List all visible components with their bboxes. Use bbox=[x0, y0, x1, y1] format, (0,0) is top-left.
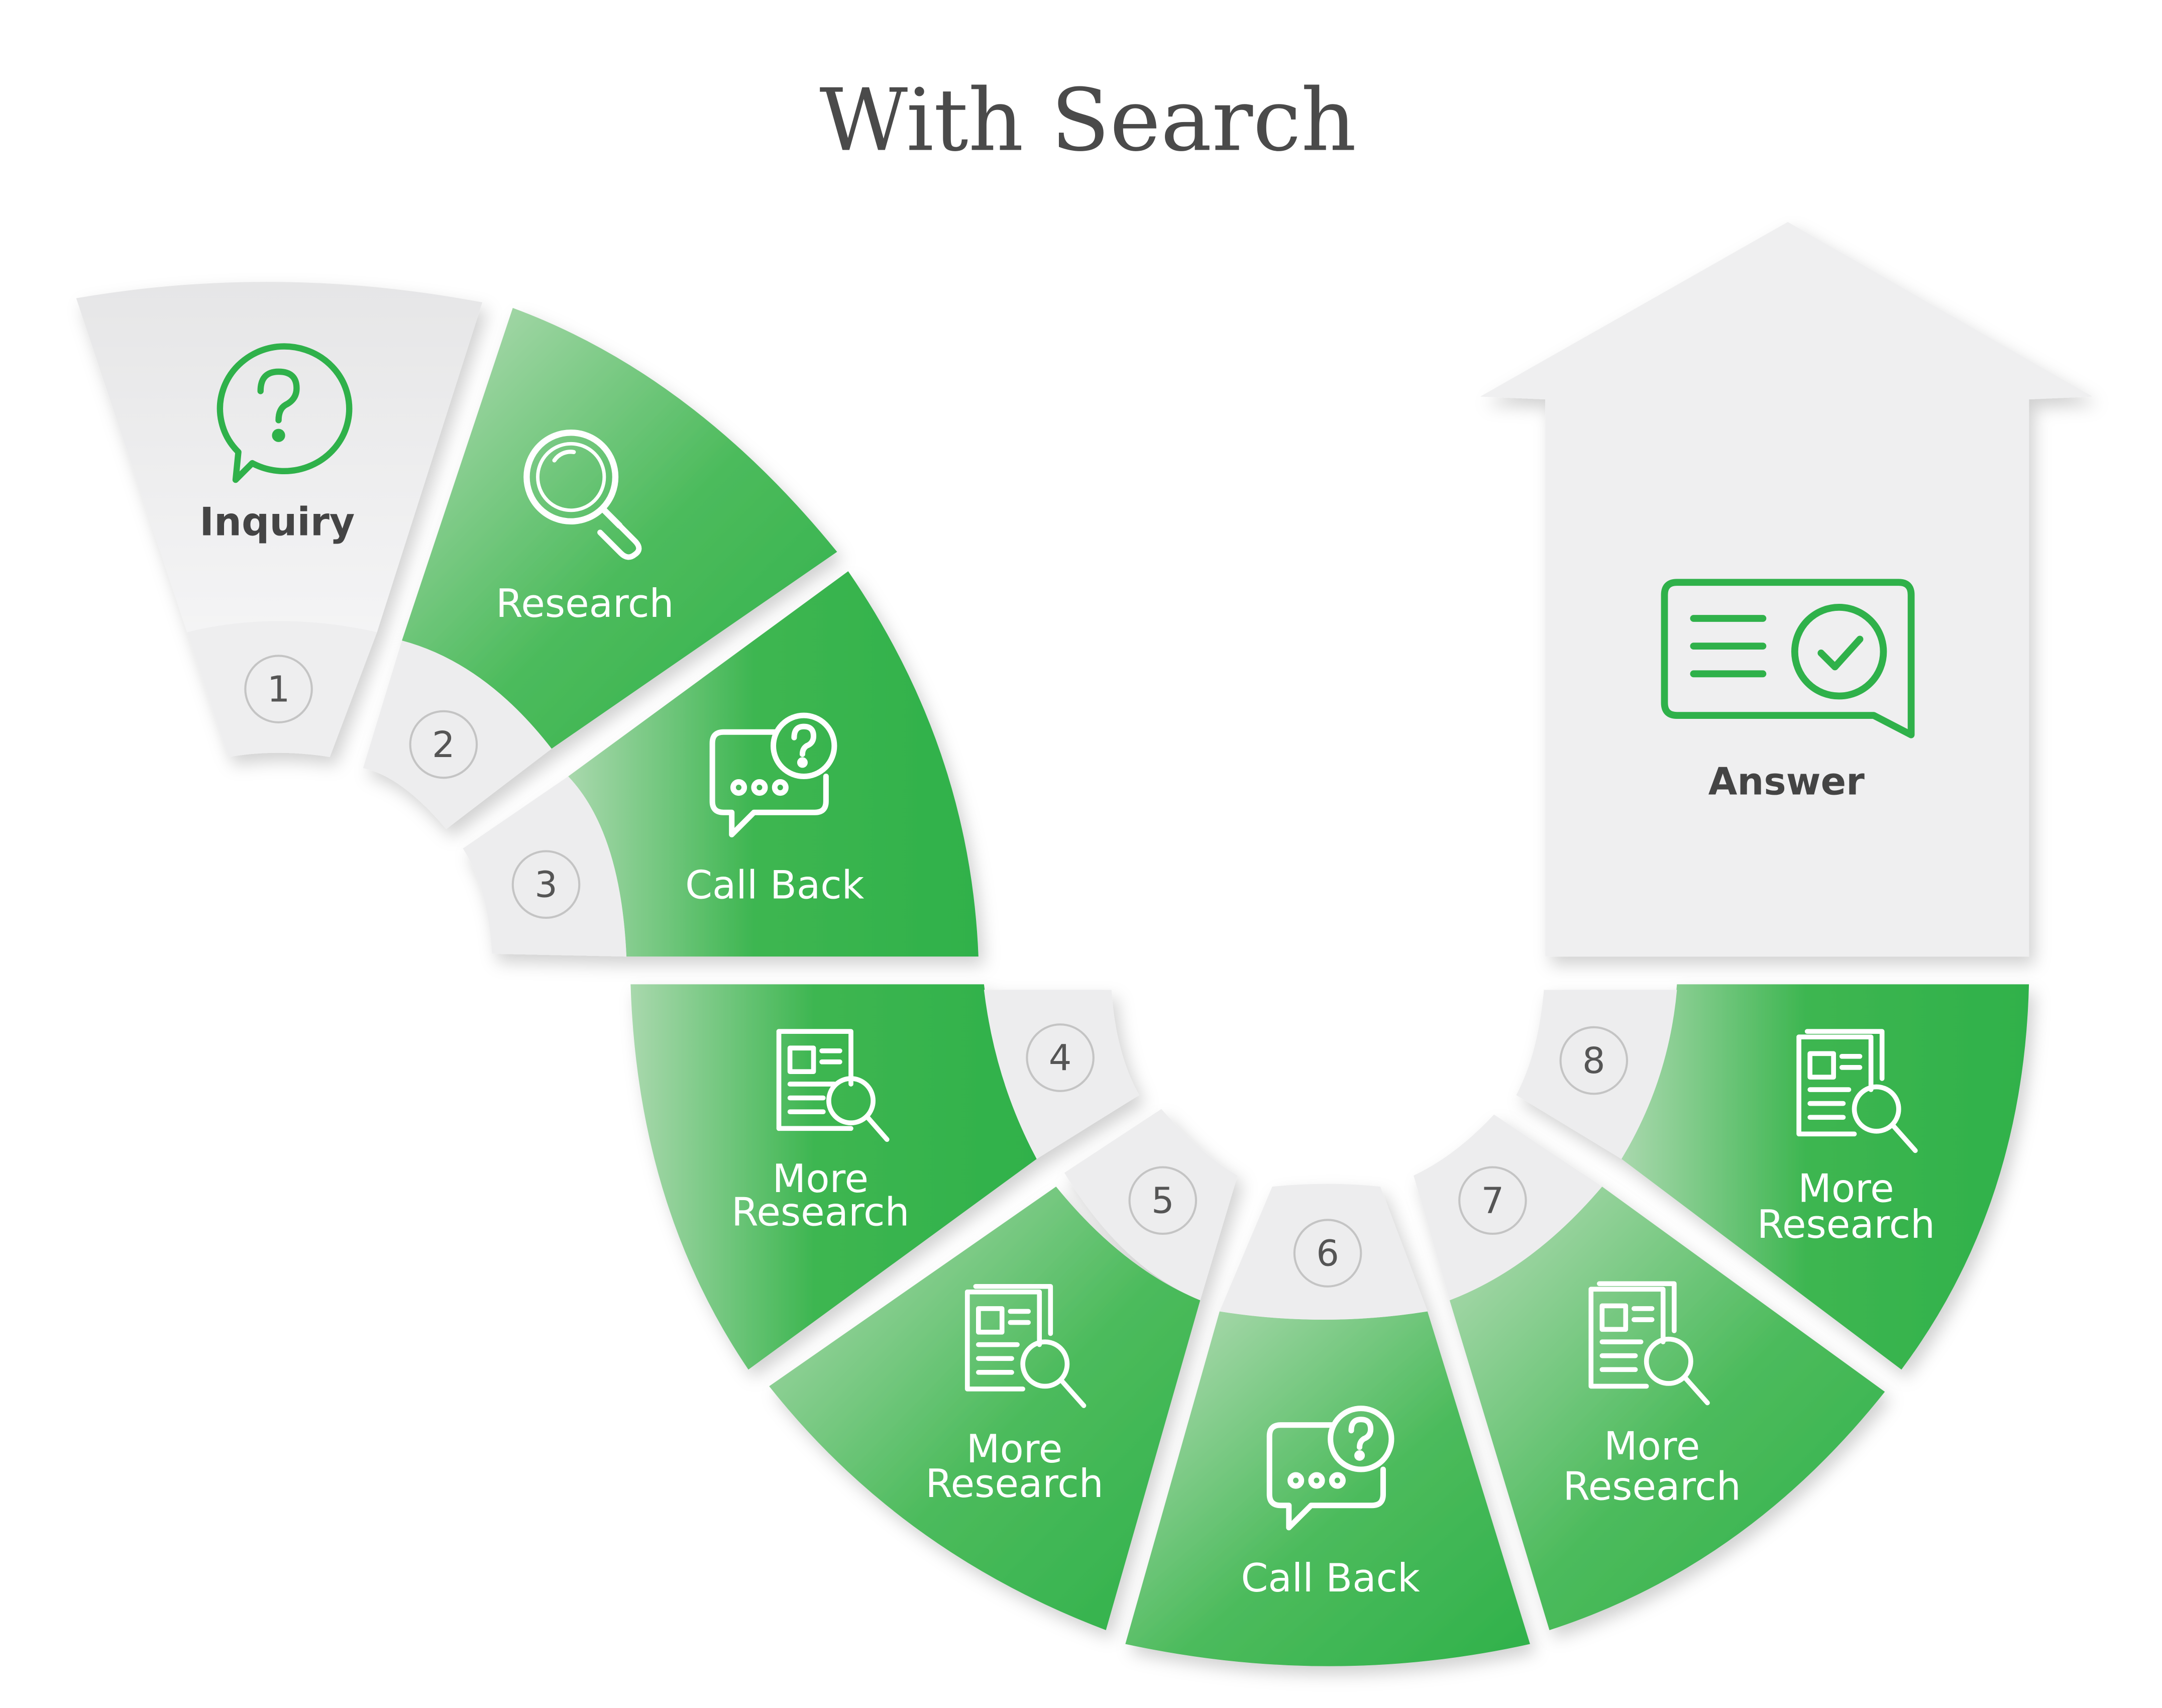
step-3-label: Call Back bbox=[685, 863, 864, 908]
page-title: With Search bbox=[819, 70, 1356, 170]
step-7-label-line-1: More bbox=[1604, 1424, 1700, 1469]
answer-arrow bbox=[1480, 222, 2093, 957]
svg-text:6: 6 bbox=[1316, 1232, 1339, 1274]
svg-text:4: 4 bbox=[1049, 1036, 1072, 1079]
svg-text:3: 3 bbox=[534, 864, 558, 906]
svg-text:1: 1 bbox=[267, 668, 290, 710]
svg-text:8: 8 bbox=[1582, 1039, 1605, 1082]
step-7-label-line-2: Research bbox=[1563, 1464, 1741, 1510]
step-1-label: Inquiry bbox=[199, 499, 355, 545]
svg-text:2: 2 bbox=[432, 723, 455, 766]
step-6-label: Call Back bbox=[1241, 1556, 1420, 1601]
step-5-label-line-2: Research bbox=[925, 1461, 1103, 1507]
step-2-label: Research bbox=[496, 581, 674, 626]
answer-arrow-shape bbox=[1480, 222, 2093, 957]
svg-text:7: 7 bbox=[1481, 1180, 1504, 1222]
svg-text:5: 5 bbox=[1151, 1180, 1174, 1222]
process-diagram: With Search 1 2 3 4 5 6 7 8 Inquiry Rese… bbox=[76, 70, 2093, 1666]
step-4-label-line-2: Research bbox=[731, 1190, 909, 1235]
step-8-label-line-2: Research bbox=[1757, 1202, 1935, 1247]
answer-label: Answer bbox=[1708, 760, 1865, 803]
step-1-outer-band bbox=[76, 282, 483, 632]
